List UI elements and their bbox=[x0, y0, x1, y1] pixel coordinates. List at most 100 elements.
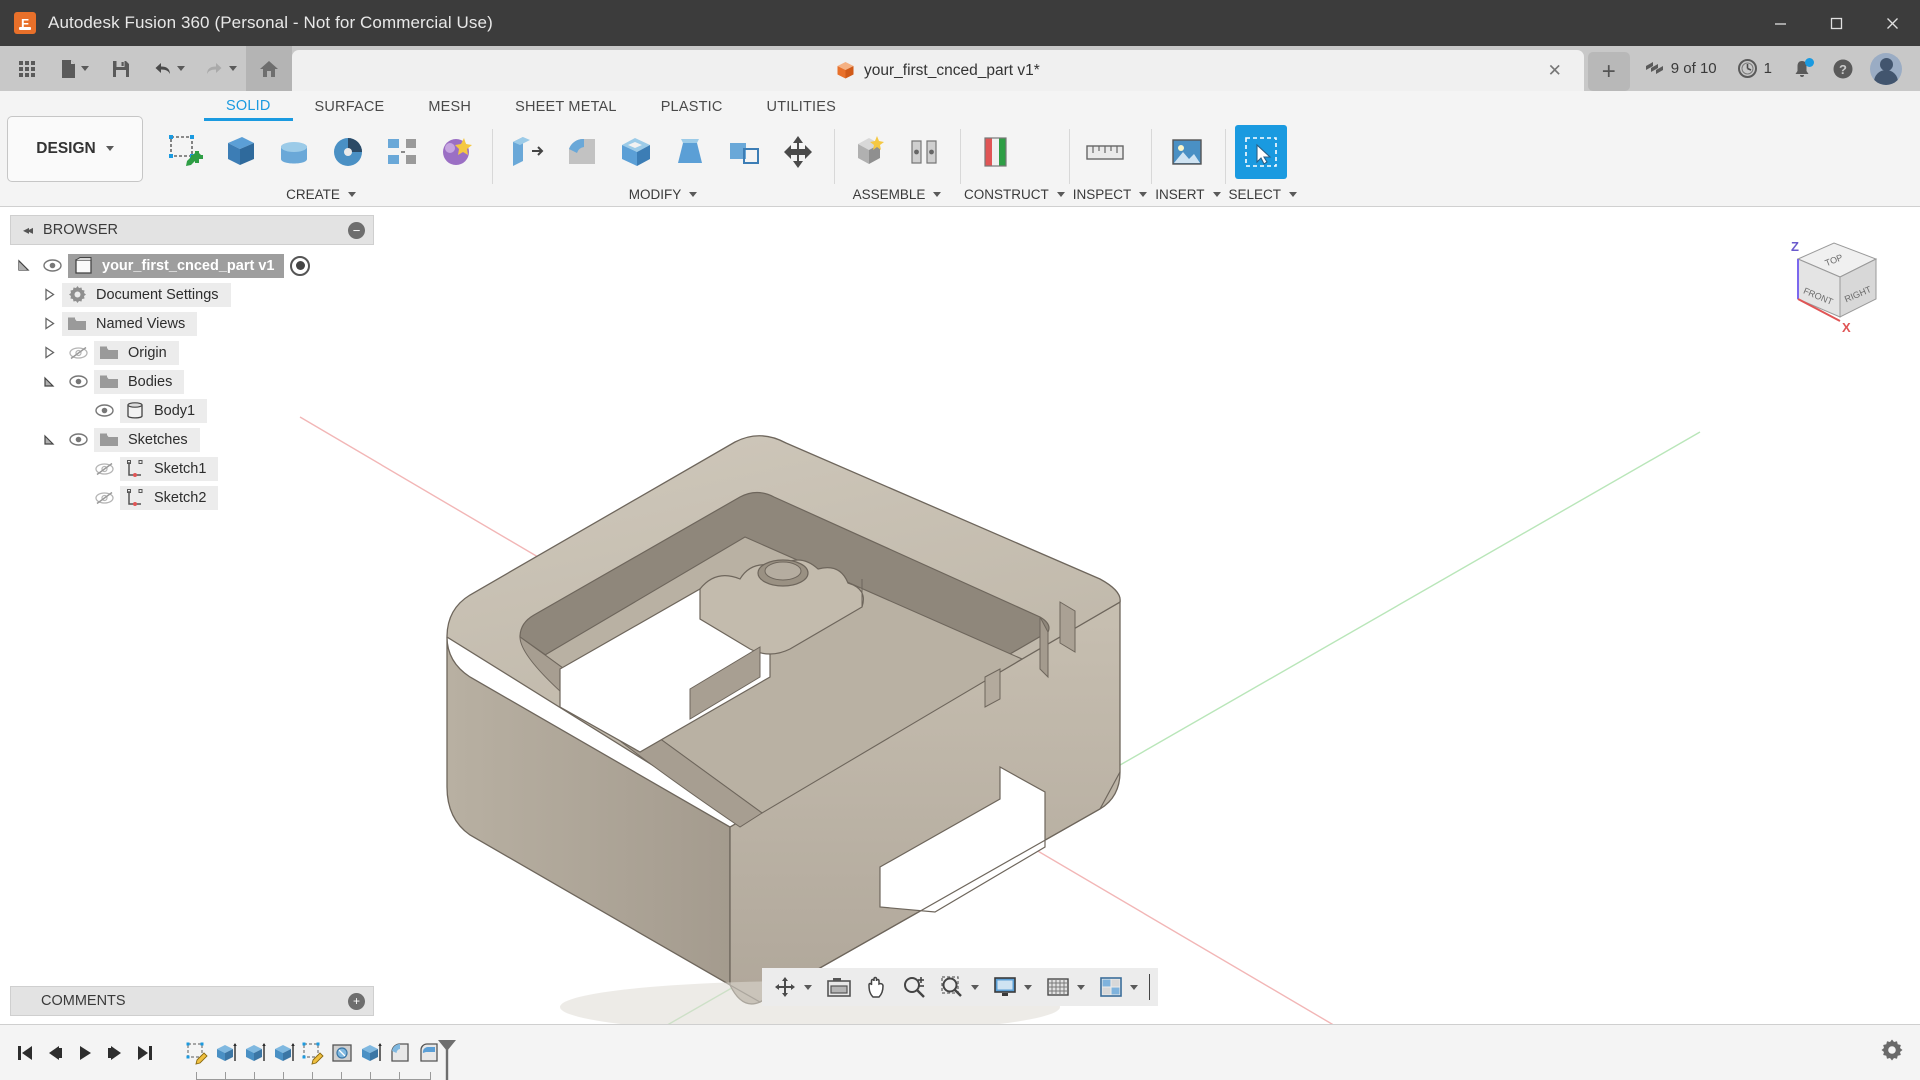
pan-button[interactable] bbox=[859, 968, 895, 1006]
timeline-skip-end-button[interactable] bbox=[130, 1033, 160, 1073]
activate-component-radio[interactable] bbox=[290, 255, 311, 276]
redo-button[interactable] bbox=[194, 46, 246, 91]
ribbon-group-inspect-label[interactable]: INSPECT bbox=[1073, 182, 1148, 206]
settings-gear-button[interactable] bbox=[1880, 1038, 1904, 1067]
create-rib-button[interactable] bbox=[376, 125, 428, 179]
close-button[interactable] bbox=[1864, 0, 1920, 46]
look-at-button[interactable] bbox=[819, 968, 859, 1006]
twisty-closed-icon[interactable] bbox=[36, 346, 62, 359]
visibility-toggle-origin[interactable] bbox=[62, 346, 94, 360]
twisty-open-icon[interactable] bbox=[36, 375, 62, 388]
tree-node-body1[interactable]: Body1 bbox=[10, 396, 374, 425]
timeline-skip-start-button[interactable] bbox=[10, 1033, 40, 1073]
insert-image-button[interactable] bbox=[1161, 125, 1213, 179]
display-settings-button[interactable] bbox=[986, 968, 1039, 1006]
save-button[interactable] bbox=[100, 46, 142, 91]
construct-offset-plane-button[interactable] bbox=[970, 125, 1022, 179]
app-grid-button[interactable] bbox=[6, 46, 48, 91]
history-status[interactable]: 1 bbox=[1727, 46, 1782, 91]
timeline-feature-extrude3[interactable] bbox=[269, 1036, 298, 1070]
tree-node-sketch1[interactable]: Sketch1 bbox=[10, 454, 374, 483]
jobs-status[interactable]: 9 of 10 bbox=[1634, 46, 1727, 91]
new-file-button[interactable] bbox=[48, 46, 100, 91]
modify-draft-button[interactable] bbox=[664, 125, 716, 179]
ribbon-group-select-label[interactable]: SELECT bbox=[1229, 182, 1298, 206]
orbit-button[interactable] bbox=[766, 968, 819, 1006]
visibility-toggle-sketch2[interactable] bbox=[88, 491, 120, 505]
timeline-feature-extrude1[interactable] bbox=[211, 1036, 240, 1070]
tree-node-sketch2[interactable]: Sketch2 bbox=[10, 483, 374, 512]
twisty-closed-icon[interactable] bbox=[36, 317, 62, 330]
browser-collapse-button[interactable]: − bbox=[348, 221, 365, 239]
tree-node-named-views[interactable]: Named Views bbox=[10, 309, 374, 338]
modify-scale-button[interactable] bbox=[718, 125, 770, 179]
add-comment-button[interactable]: + bbox=[348, 992, 365, 1010]
home-button[interactable] bbox=[246, 46, 292, 91]
timeline-feature-extrude4[interactable] bbox=[356, 1036, 385, 1070]
timeline-feature-fillet[interactable] bbox=[385, 1036, 414, 1070]
fit-button[interactable] bbox=[933, 968, 986, 1006]
tree-node-bodies[interactable]: Bodies bbox=[10, 367, 374, 396]
modify-press-pull-button[interactable] bbox=[502, 125, 554, 179]
assemble-joint-button[interactable] bbox=[898, 125, 950, 179]
ribbon-group-create-label[interactable]: CREATE bbox=[154, 182, 488, 206]
timeline-feature-sketch2[interactable] bbox=[298, 1036, 327, 1070]
grid-snap-button[interactable] bbox=[1039, 968, 1092, 1006]
ribbon-group-insert-label[interactable]: INSERT bbox=[1155, 182, 1221, 206]
undo-button[interactable] bbox=[142, 46, 194, 91]
timeline-feature-sketch1[interactable] bbox=[182, 1036, 211, 1070]
visibility-toggle-sketch1[interactable] bbox=[88, 462, 120, 476]
viewports-button[interactable] bbox=[1092, 968, 1145, 1006]
visibility-toggle-body1[interactable] bbox=[88, 404, 120, 417]
tab-mesh[interactable]: MESH bbox=[406, 93, 493, 121]
twisty-open-icon[interactable] bbox=[36, 433, 62, 446]
document-tab-close-button[interactable]: ✕ bbox=[1544, 60, 1566, 82]
inspect-measure-button[interactable] bbox=[1079, 125, 1131, 179]
tree-node-origin[interactable]: Origin bbox=[10, 338, 374, 367]
tree-node-root[interactable]: your_first_cnced_part v1 bbox=[10, 251, 374, 280]
workspace-design-button[interactable]: DESIGN bbox=[7, 115, 143, 182]
assemble-new-component-button[interactable] bbox=[844, 125, 896, 179]
ribbon-group-assemble-label[interactable]: ASSEMBLE bbox=[838, 182, 956, 206]
document-tab[interactable]: your_first_cnced_part v1* ✕ bbox=[292, 50, 1584, 91]
timeline-step-back-button[interactable] bbox=[40, 1033, 70, 1073]
zoom-button[interactable] bbox=[895, 968, 933, 1006]
help-button[interactable]: ? bbox=[1822, 46, 1864, 91]
create-extrude-button[interactable] bbox=[214, 125, 266, 179]
tab-solid[interactable]: SOLID bbox=[204, 93, 293, 121]
maximize-button[interactable] bbox=[1808, 0, 1864, 46]
timeline-play-button[interactable] bbox=[70, 1033, 100, 1073]
timeline-feature-hole[interactable] bbox=[327, 1036, 356, 1070]
timeline-feature-extrude2[interactable] bbox=[240, 1036, 269, 1070]
visibility-toggle-root[interactable] bbox=[36, 259, 68, 272]
select-cursor-button[interactable] bbox=[1234, 124, 1287, 179]
twisty-open-icon[interactable] bbox=[10, 259, 36, 272]
tab-sheet-metal[interactable]: SHEET METAL bbox=[493, 93, 639, 121]
modify-shell-button[interactable] bbox=[610, 125, 662, 179]
tab-surface[interactable]: SURFACE bbox=[293, 93, 407, 121]
modify-move-button[interactable] bbox=[772, 125, 824, 179]
new-document-tab-button[interactable]: + bbox=[1587, 52, 1630, 91]
ribbon-group-modify-label[interactable]: MODIFY bbox=[496, 182, 830, 206]
timeline-step-forward-button[interactable] bbox=[100, 1033, 130, 1073]
comments-panel[interactable]: COMMENTS + bbox=[10, 986, 374, 1016]
minimize-button[interactable] bbox=[1752, 0, 1808, 46]
user-avatar[interactable] bbox=[1870, 52, 1902, 85]
view-cube[interactable]: TOP FRONT RIGHT Z X bbox=[1764, 229, 1892, 344]
create-pattern-button[interactable] bbox=[430, 125, 482, 179]
create-sketch-button[interactable] bbox=[160, 125, 212, 179]
tab-utilities[interactable]: UTILITIES bbox=[745, 93, 858, 121]
notifications-button[interactable] bbox=[1782, 46, 1822, 91]
twisty-closed-icon[interactable] bbox=[36, 288, 62, 301]
create-sweep-button[interactable] bbox=[322, 125, 374, 179]
visibility-toggle-sketches[interactable] bbox=[62, 433, 94, 446]
tab-plastic[interactable]: PLASTIC bbox=[639, 93, 745, 121]
ribbon-group-construct-label[interactable]: CONSTRUCT bbox=[964, 182, 1065, 206]
modify-fillet-button[interactable] bbox=[556, 125, 608, 179]
tree-node-sketches[interactable]: Sketches bbox=[10, 425, 374, 454]
create-revolve-button[interactable] bbox=[268, 125, 320, 179]
timeline-end-marker[interactable] bbox=[434, 1038, 460, 1080]
visibility-toggle-bodies[interactable] bbox=[62, 375, 94, 388]
collapse-left-icon[interactable]: ◂◂ bbox=[23, 223, 33, 237]
tree-node-document-settings[interactable]: Document Settings bbox=[10, 280, 374, 309]
